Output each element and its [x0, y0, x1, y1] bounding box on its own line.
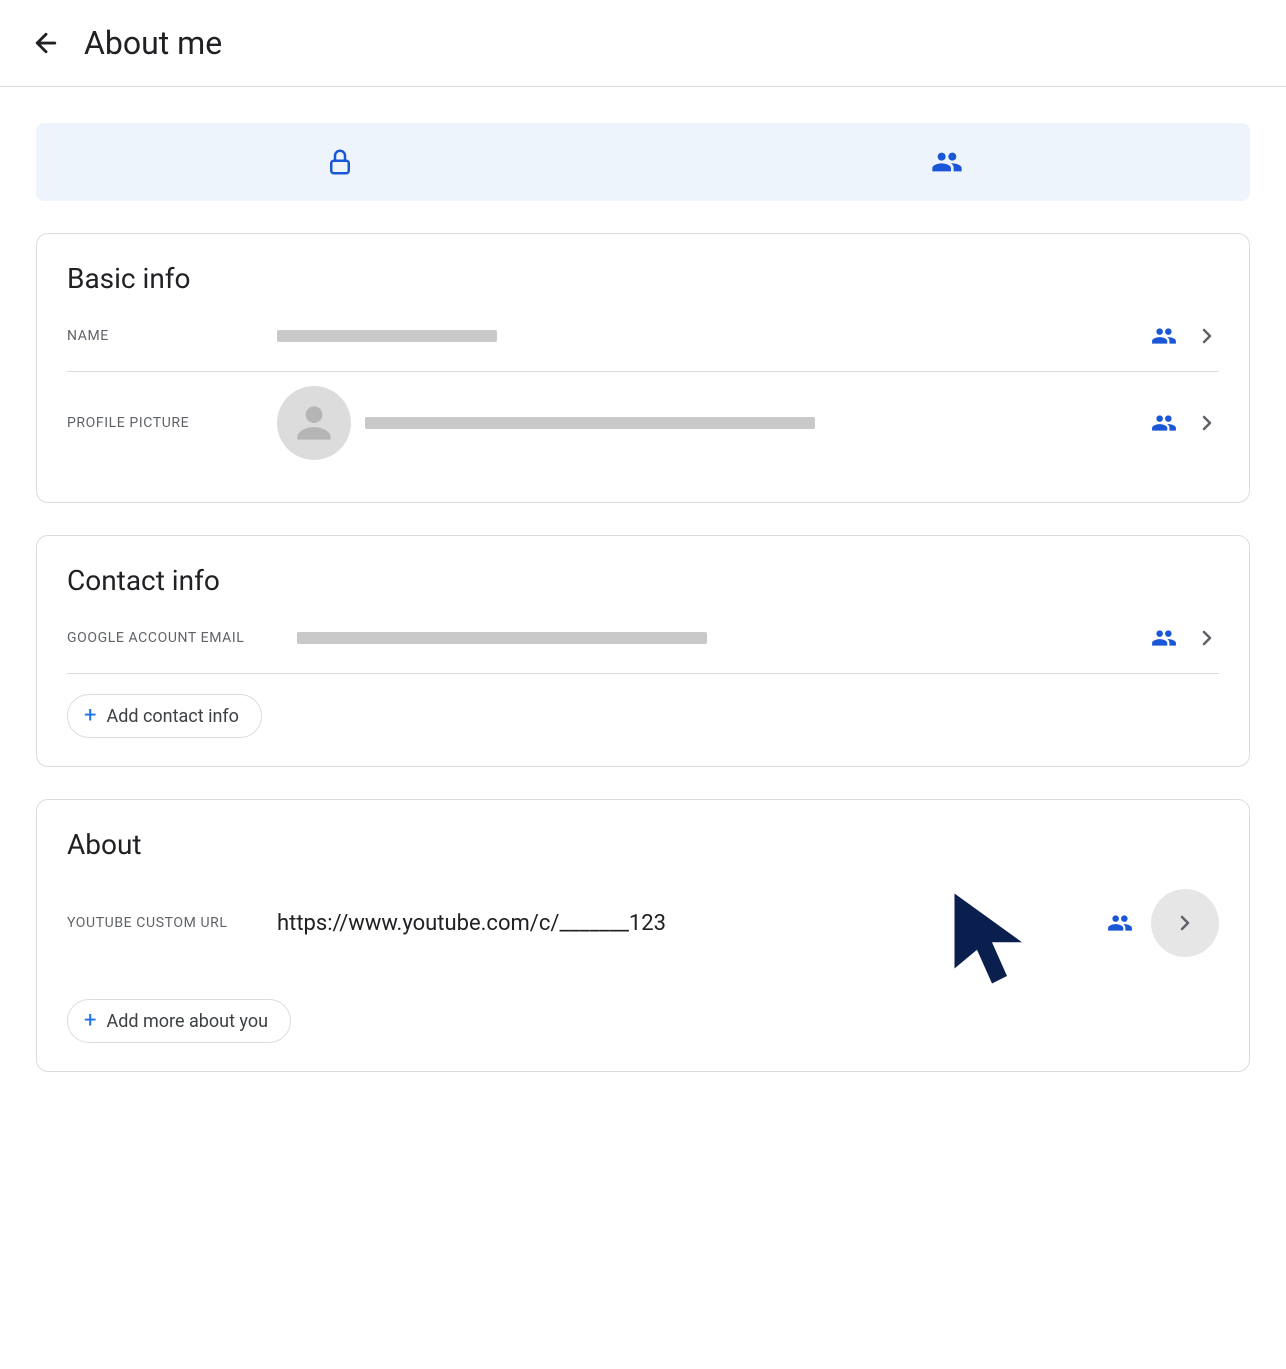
- value-profile-picture: [277, 386, 1151, 460]
- chevron-hover-circle[interactable]: [1151, 889, 1219, 957]
- section-title-basic: Basic info: [67, 262, 1219, 295]
- row-divider: [67, 673, 1219, 674]
- add-contact-info-button[interactable]: + Add contact info: [67, 694, 262, 738]
- tab-private[interactable]: [36, 123, 643, 201]
- card-basic-info: Basic info NAME PROFILE PICTURE: [36, 233, 1250, 503]
- card-contact-info: Contact info GOOGLE ACCOUNT EMAIL + Add …: [36, 535, 1250, 767]
- people-icon: [931, 146, 963, 178]
- chevron-right-icon: [1173, 911, 1197, 935]
- chevron-right-icon: [1195, 411, 1219, 435]
- lock-icon: [325, 147, 355, 177]
- row-profile-picture[interactable]: PROFILE PICTURE: [67, 372, 1219, 474]
- add-more-about-button[interactable]: + Add more about you: [67, 999, 291, 1043]
- row-youtube-url[interactable]: YOUTUBE CUSTOM URL https://www.youtube.c…: [67, 867, 1219, 979]
- add-about-label: Add more about you: [106, 1011, 268, 1032]
- row-email[interactable]: GOOGLE ACCOUNT EMAIL: [67, 603, 1219, 673]
- redacted-email: [297, 632, 707, 644]
- value-youtube-url: https://www.youtube.com/c/_______123: [277, 911, 1107, 936]
- people-icon: [1151, 625, 1177, 651]
- label-email: GOOGLE ACCOUNT EMAIL: [67, 630, 297, 646]
- redacted-name: [277, 330, 497, 342]
- people-icon: [1107, 910, 1133, 936]
- value-email: [297, 632, 1151, 644]
- chevron-right-icon: [1195, 324, 1219, 348]
- label-youtube-url: YOUTUBE CUSTOM URL: [67, 915, 277, 931]
- label-name: NAME: [67, 328, 277, 344]
- plus-icon: +: [84, 705, 96, 727]
- back-button[interactable]: [28, 25, 64, 61]
- visibility-tabs: [36, 123, 1250, 201]
- people-icon: [1151, 323, 1177, 349]
- value-name: [277, 330, 1151, 342]
- people-icon: [1151, 410, 1177, 436]
- redacted-picture-desc: [365, 417, 815, 429]
- arrow-left-icon: [31, 28, 61, 58]
- section-title-contact: Contact info: [67, 564, 1219, 597]
- plus-icon: +: [84, 1010, 96, 1032]
- add-contact-label: Add contact info: [106, 706, 238, 727]
- chevron-right-icon: [1195, 626, 1219, 650]
- row-name[interactable]: NAME: [67, 301, 1219, 371]
- avatar: [277, 386, 351, 460]
- card-about: About YOUTUBE CUSTOM URL https://www.you…: [36, 799, 1250, 1072]
- section-title-about: About: [67, 828, 1219, 861]
- page-title: About me: [84, 24, 222, 62]
- label-profile-picture: PROFILE PICTURE: [67, 415, 277, 431]
- tab-shared[interactable]: [643, 123, 1250, 201]
- person-icon: [289, 398, 339, 448]
- page-header: About me: [0, 0, 1286, 86]
